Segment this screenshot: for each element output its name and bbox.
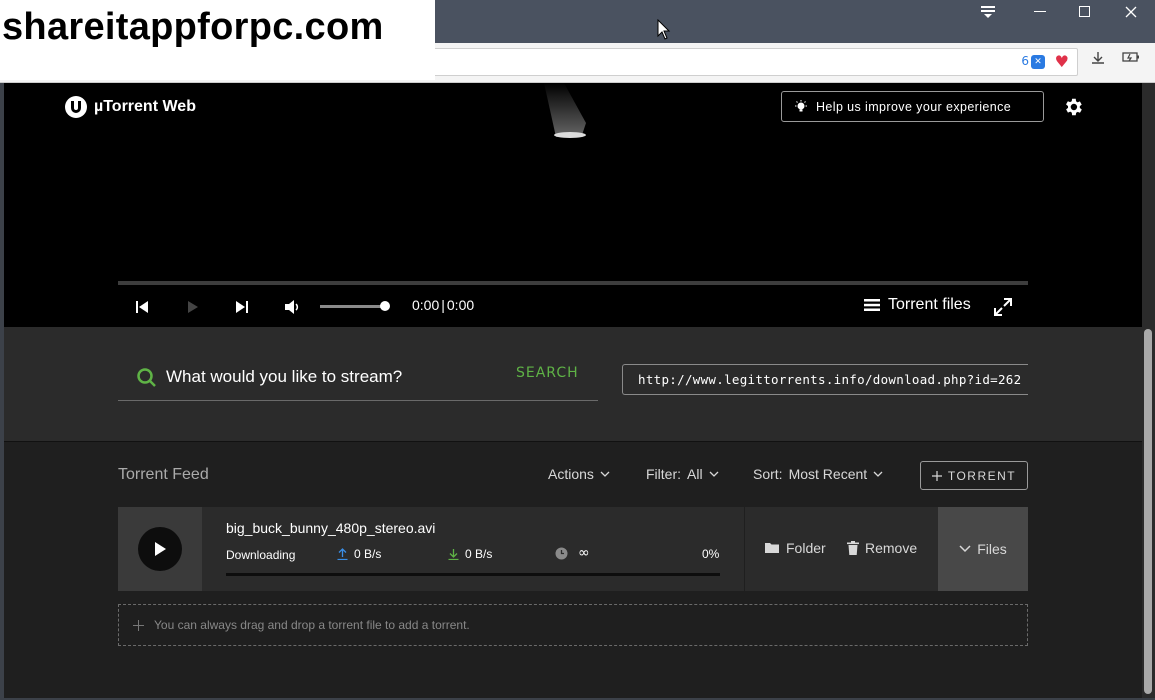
torrent-row-actions: Folder Remove xyxy=(744,507,938,591)
eta-value: ∞ xyxy=(578,545,590,561)
remove-button[interactable]: Remove xyxy=(847,540,917,556)
next-icon[interactable] xyxy=(234,297,250,317)
filter-dropdown[interactable]: Filter: All xyxy=(646,466,719,482)
help-improve-label: Help us improve your experience xyxy=(816,99,1012,114)
mouse-cursor-icon xyxy=(657,19,671,40)
download-arrow-icon xyxy=(448,549,459,560)
close-icon[interactable] xyxy=(1108,0,1154,24)
download-rate-value: 0 B/s xyxy=(465,547,493,561)
sort-label: Sort: xyxy=(753,466,783,482)
gear-icon[interactable] xyxy=(1062,96,1084,118)
search-button[interactable]: SEARCH xyxy=(516,365,579,381)
actions-label: Actions xyxy=(548,466,594,482)
video-frame xyxy=(544,83,586,138)
upload-arrow-icon xyxy=(337,548,348,560)
time-total: 0:00 xyxy=(446,297,475,313)
torrent-row[interactable]: big_buck_bunny_480p_stereo.avi Downloadi… xyxy=(118,507,1028,591)
volume-handle[interactable] xyxy=(380,301,390,311)
files-toggle-button[interactable]: Files xyxy=(938,507,1028,591)
search-section: SEARCH http://www.legittorrents.info/dow… xyxy=(4,327,1142,441)
actions-dropdown[interactable]: Actions xyxy=(548,466,610,482)
trash-icon xyxy=(847,541,859,555)
torrent-thumbnail[interactable] xyxy=(118,507,202,591)
watermark: shareitappforpc.com xyxy=(0,0,435,80)
chevron-down-icon xyxy=(873,471,883,477)
fullscreen-icon[interactable] xyxy=(994,298,1012,316)
files-label: Files xyxy=(977,541,1007,557)
remove-label: Remove xyxy=(865,540,918,556)
tab-menu-icon[interactable] xyxy=(965,0,1011,24)
help-improve-button[interactable]: Help us improve your experience xyxy=(781,91,1044,122)
upload-rate: 0 B/s xyxy=(337,547,381,561)
maximize-icon[interactable] xyxy=(1062,0,1108,24)
torrent-url-input[interactable]: http://www.legittorrents.info/download.p… xyxy=(622,364,1028,395)
utorrent-logo[interactable]: µTorrent Web xyxy=(64,95,196,119)
filter-value: All xyxy=(687,466,703,482)
lightbulb-icon xyxy=(795,99,807,111)
upload-rate-value: 0 B/s xyxy=(354,547,382,561)
clock-icon xyxy=(555,547,568,559)
add-torrent-label: TORRENT xyxy=(947,468,1017,483)
sort-dropdown[interactable]: Sort: Most Recent xyxy=(753,466,883,482)
volume-slider[interactable] xyxy=(320,305,386,308)
torrent-files-button[interactable]: Torrent files xyxy=(864,296,971,314)
torrent-files-label: Torrent files xyxy=(888,296,971,313)
video-player[interactable]: µTorrent Web Help us improve your experi… xyxy=(4,83,1142,327)
drop-zone[interactable]: You can always drag and drop a torrent f… xyxy=(118,604,1028,646)
chevron-down-icon xyxy=(959,545,971,553)
torrent-name: big_buck_bunny_480p_stereo.avi xyxy=(226,520,436,536)
torrent-feed: Torrent Feed Actions Filter: All Sort: M… xyxy=(4,441,1142,698)
screen: 6 ✕ ♥ shareitappforpc.com µTorrent Web H… xyxy=(0,0,1155,700)
watermark-text: shareitappforpc.com xyxy=(2,6,384,48)
folder-button[interactable]: Folder xyxy=(765,540,826,556)
battery-icon[interactable] xyxy=(1122,51,1140,67)
search-box: SEARCH xyxy=(118,357,598,401)
download-icon[interactable] xyxy=(1091,51,1105,69)
minimize-icon[interactable] xyxy=(1017,0,1063,24)
play-torrent-icon[interactable] xyxy=(138,527,182,571)
previous-icon[interactable] xyxy=(134,297,150,317)
seek-bar[interactable] xyxy=(118,281,1028,285)
folder-icon xyxy=(765,543,779,553)
torrent-status: Downloading xyxy=(226,548,296,562)
eta: ∞ xyxy=(555,545,590,561)
sort-value: Most Recent xyxy=(788,466,868,482)
search-input[interactable] xyxy=(166,363,496,391)
time-separator: | xyxy=(441,297,445,313)
folder-label: Folder xyxy=(786,540,826,556)
torrent-percent: 0% xyxy=(702,547,720,561)
list-icon xyxy=(864,299,880,311)
feed-title: Torrent Feed xyxy=(118,466,209,483)
shield-count: 6 xyxy=(1021,54,1029,68)
add-torrent-button[interactable]: TORRENT xyxy=(920,461,1028,490)
chevron-down-icon xyxy=(709,471,719,477)
time-current: 0:00 xyxy=(412,297,440,313)
search-icon xyxy=(137,368,156,387)
page-scrollbar[interactable] xyxy=(1142,83,1155,698)
time-display: 0:00 | 0:00 xyxy=(412,297,474,313)
torrent-progress-bar xyxy=(226,573,720,576)
heart-icon[interactable]: ♥ xyxy=(1055,52,1069,71)
address-bar[interactable]: 6 ✕ ♥ xyxy=(430,48,1078,76)
drop-zone-text: You can always drag and drop a torrent f… xyxy=(154,618,470,632)
scrollbar-thumb[interactable] xyxy=(1144,329,1152,694)
utorrent-logo-icon xyxy=(65,96,87,118)
plus-icon xyxy=(133,619,144,631)
shield-icon[interactable]: ✕ xyxy=(1031,55,1045,69)
plus-icon xyxy=(931,470,942,481)
utorrent-web-app: µTorrent Web Help us improve your experi… xyxy=(4,83,1142,698)
logo-text: µTorrent Web xyxy=(94,98,196,115)
volume-icon[interactable] xyxy=(284,297,302,317)
chevron-down-icon xyxy=(600,471,610,477)
download-rate: 0 B/s xyxy=(448,547,492,561)
play-icon[interactable] xyxy=(186,297,200,317)
filter-label: Filter: xyxy=(646,466,681,482)
